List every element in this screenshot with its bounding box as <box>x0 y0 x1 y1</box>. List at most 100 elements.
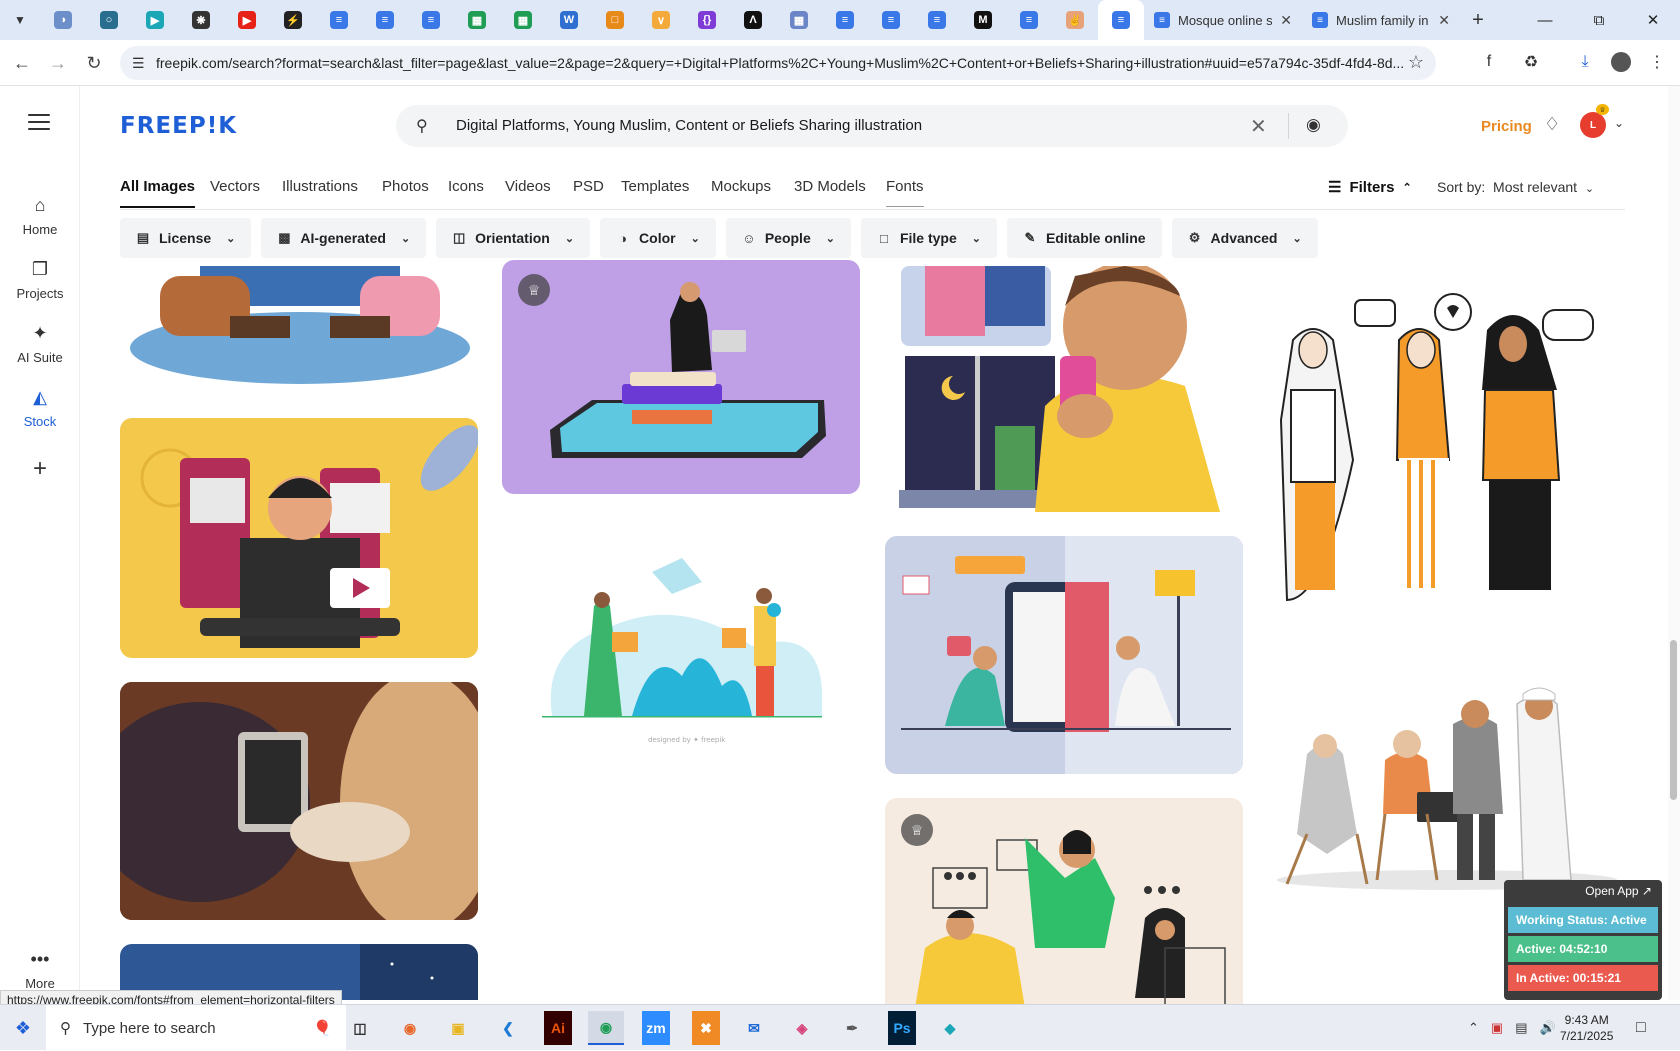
notifications-bell-icon[interactable]: ♢ <box>1544 114 1560 135</box>
chip-editable-online[interactable]: ✎ Editable online <box>1006 218 1162 258</box>
vscode-icon[interactable]: ❮ <box>490 1011 526 1045</box>
chip-orientation[interactable]: ◫ Orientation ⌄ <box>436 218 591 258</box>
result-card[interactable] <box>885 536 1243 774</box>
pinned-tab[interactable]: {} <box>684 0 730 40</box>
sidebar-item-stock[interactable]: ◭ Stock <box>0 386 80 429</box>
outlook-icon[interactable]: ✉ <box>736 1011 772 1045</box>
pricing-link[interactable]: Pricing <box>1481 118 1532 135</box>
sidebar-add-button[interactable]: + <box>0 457 80 481</box>
pinned-tab[interactable]: ◑ <box>40 0 86 40</box>
bookmark-star-icon[interactable]: ☆ <box>1408 52 1424 73</box>
chip-license[interactable]: ▤ License ⌄ <box>120 218 252 258</box>
tab-templates[interactable]: Templates <box>621 178 689 206</box>
close-window-icon[interactable]: ✕ <box>1626 0 1680 40</box>
pinned-tab[interactable]: ✌ <box>1052 0 1098 40</box>
page-scrollbar[interactable] <box>1668 86 1680 1000</box>
pinned-tab[interactable]: W <box>546 0 592 40</box>
tab-vectors[interactable]: Vectors <box>210 178 260 206</box>
sidebar-item-more[interactable]: ••• More <box>0 948 80 991</box>
pinned-tab[interactable]: ▦ <box>776 0 822 40</box>
volume-icon[interactable]: 🔊 <box>1540 1020 1556 1036</box>
reload-icon[interactable]: ↻ <box>74 43 114 83</box>
pinned-tab[interactable]: ⚡ <box>270 0 316 40</box>
tab-3d-models[interactable]: 3D Models <box>794 178 866 206</box>
pinned-tab[interactable]: ≡ <box>316 0 362 40</box>
pinned-tab[interactable]: ▦ <box>500 0 546 40</box>
new-tab-button[interactable]: + <box>1460 0 1496 40</box>
tab-search-icon[interactable]: ▼ <box>0 0 40 40</box>
chip-color[interactable]: ◑ Color ⌄ <box>600 218 716 258</box>
url-field[interactable]: ☰ freepik.com/search?format=search&last_… <box>120 46 1436 80</box>
tab-all-images[interactable]: All Images <box>120 178 196 208</box>
zoom-icon[interactable]: zm <box>642 1011 670 1045</box>
sidebar-item-ai-suite[interactable]: ✦ AI Suite <box>0 322 80 365</box>
restore-icon[interactable]: ⧉ <box>1572 0 1626 40</box>
scrollbar-thumb[interactable] <box>1670 640 1677 800</box>
tab-psd[interactable]: PSD <box>573 178 604 206</box>
minimize-icon[interactable]: — <box>1518 0 1572 40</box>
result-card[interactable] <box>1267 684 1625 896</box>
pinned-tab[interactable]: ▶ <box>224 0 270 40</box>
network-icon[interactable]: ▤ <box>1515 1020 1527 1036</box>
search-input[interactable]: Digital Platforms, Young Muslim, Content… <box>456 117 922 134</box>
result-card[interactable] <box>120 266 478 386</box>
result-card[interactable] <box>120 418 478 658</box>
tab-illustrations[interactable]: Illustrations <box>282 178 358 206</box>
tab-muslim-family[interactable]: ≡ Muslim family in ✕ <box>1302 0 1460 40</box>
chip-people[interactable]: ☺ People ⌄ <box>725 218 851 258</box>
close-tab-icon[interactable]: ✕ <box>1438 12 1450 29</box>
illustrator-icon[interactable]: Ai <box>544 1011 572 1045</box>
back-icon[interactable]: ← <box>2 43 42 83</box>
pinned-tab[interactable]: ▦ <box>454 0 500 40</box>
user-avatar[interactable]: L <box>1580 112 1606 138</box>
pinned-tab[interactable]: □ <box>592 0 638 40</box>
creative-cloud-icon[interactable]: ◈ <box>784 1011 820 1045</box>
tab-videos[interactable]: Videos <box>505 178 551 206</box>
pinned-tab[interactable]: ≡ <box>362 0 408 40</box>
chip-file-type[interactable]: □ File type ⌄ <box>860 218 997 258</box>
tab-mockups[interactable]: Mockups <box>711 178 771 206</box>
xampp-icon[interactable]: ✖ <box>692 1011 720 1045</box>
task-view-icon[interactable]: ◫ <box>342 1011 378 1045</box>
taskbar-clock[interactable]: 9:43 AM 7/21/2025 <box>1560 1012 1613 1044</box>
pinned-tab[interactable]: ≡ <box>1098 0 1144 40</box>
pinned-tab[interactable]: ▶ <box>132 0 178 40</box>
pinned-tab[interactable]: ≡ <box>1006 0 1052 40</box>
firefox-icon[interactable]: ◉ <box>392 1011 428 1045</box>
tab-mosque-online[interactable]: ≡ Mosque online s ✕ <box>1144 0 1302 40</box>
pinned-tab[interactable]: ❋ <box>178 0 224 40</box>
result-card[interactable]: ♕ <box>885 798 1243 1008</box>
download-icon[interactable]: ⤓ <box>1572 49 1598 75</box>
sort-dropdown[interactable]: Sort by: Most relevant ⌄ <box>1437 179 1594 195</box>
hamburger-menu-icon[interactable] <box>28 114 50 130</box>
profile-avatar-icon[interactable] <box>1608 49 1634 75</box>
taskbar-search[interactable]: ⚲ Type here to search 🎈 <box>46 1005 346 1051</box>
sidebar-item-projects[interactable]: ❐ Projects <box>0 258 80 301</box>
forward-icon[interactable]: → <box>38 43 78 83</box>
freepik-logo[interactable]: FREEP!K <box>120 113 237 139</box>
tray-chevron-icon[interactable]: ⌃ <box>1468 1020 1479 1036</box>
pen-tool-icon[interactable]: ✒ <box>834 1011 870 1045</box>
sidebar-item-home[interactable]: ⌂ Home <box>0 194 80 237</box>
chevron-down-icon[interactable]: ⌄ <box>1614 116 1624 130</box>
chip-advanced[interactable]: ⚙ Advanced ⌄ <box>1171 218 1318 258</box>
pinned-tab[interactable]: ○ <box>86 0 132 40</box>
tray-app-icon[interactable]: ▣ <box>1491 1020 1503 1036</box>
pinned-tab[interactable]: ≡ <box>408 0 454 40</box>
extensions-puzzle-icon[interactable]: ♻ <box>1518 49 1544 75</box>
photoshop-icon[interactable]: Ps <box>888 1011 916 1045</box>
pinned-tab[interactable]: ≡ <box>822 0 868 40</box>
pinned-tab[interactable]: ≡ <box>914 0 960 40</box>
search-bar[interactable]: ⚲ Digital Platforms, Young Muslim, Conte… <box>396 105 1348 147</box>
result-card[interactable] <box>120 682 478 920</box>
extension-font-icon[interactable]: f <box>1476 49 1502 75</box>
open-app-link[interactable]: Open App ↗ <box>1508 884 1658 904</box>
pinned-tab[interactable]: M <box>960 0 1006 40</box>
pinned-tab[interactable]: ∨ <box>638 0 684 40</box>
file-explorer-icon[interactable]: ▣ <box>440 1011 476 1045</box>
result-card[interactable]: designed by ✦ freepik <box>502 536 860 756</box>
site-settings-icon[interactable]: ☰ <box>132 55 148 71</box>
pinned-tab[interactable]: ≡ <box>868 0 914 40</box>
camera-search-icon[interactable]: ◉ <box>1306 115 1321 135</box>
notification-center-icon[interactable]: □ <box>1636 1005 1646 1051</box>
